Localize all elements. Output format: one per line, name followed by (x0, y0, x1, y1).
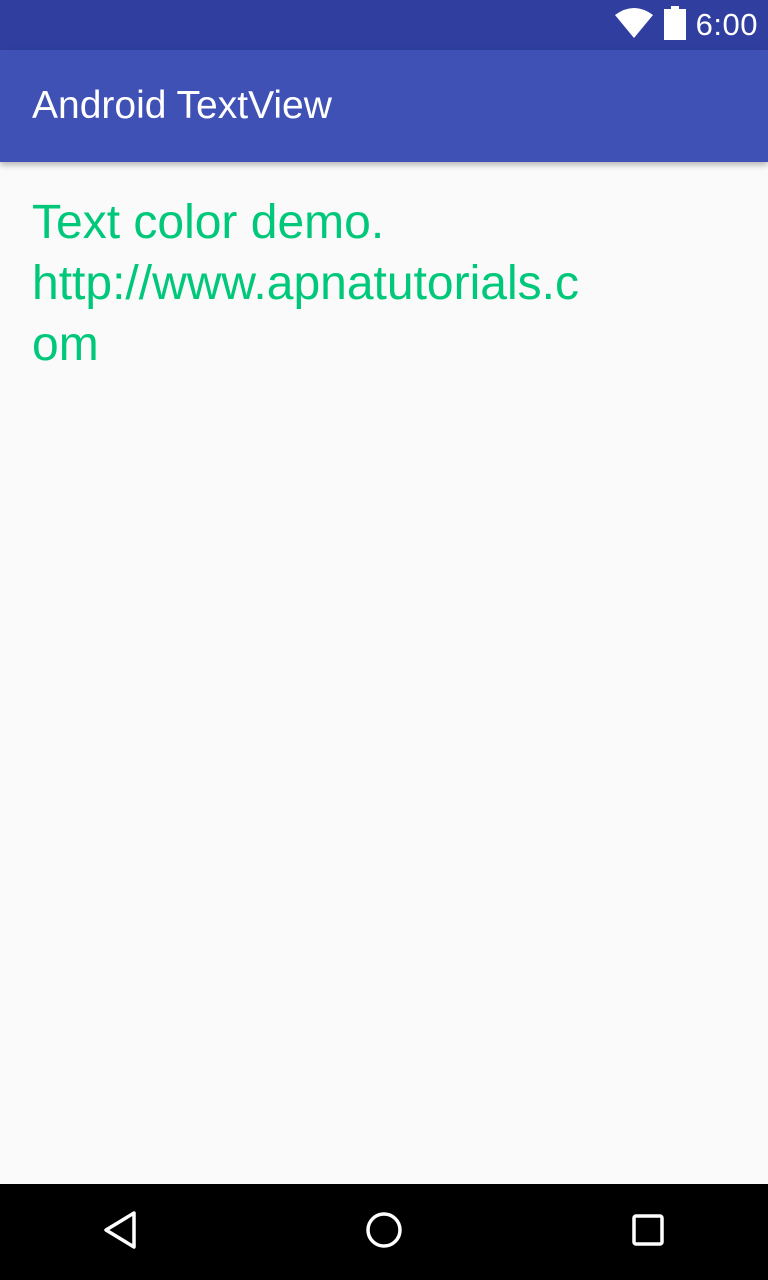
app-title: Android TextView (32, 84, 332, 127)
status-icons: 6:00 (614, 0, 758, 50)
recents-button[interactable] (600, 1184, 696, 1280)
recents-icon (631, 1213, 665, 1252)
colored-text-view: Text color demo. http://www.apnatutorial… (32, 196, 579, 371)
navigation-bar (0, 1184, 768, 1280)
home-button[interactable] (336, 1184, 432, 1280)
wifi-icon (614, 7, 654, 44)
status-time: 6:00 (695, 7, 758, 42)
phone-screen: 6:00 Android TextView Text color demo. h… (0, 0, 768, 1280)
status-bar: 6:00 (0, 0, 768, 50)
back-button[interactable] (72, 1184, 168, 1280)
battery-icon (663, 5, 686, 45)
content-area: Text color demo. http://www.apnatutorial… (0, 162, 768, 1184)
home-icon (364, 1210, 404, 1255)
back-icon (102, 1210, 138, 1255)
app-bar: Android TextView (0, 50, 768, 162)
